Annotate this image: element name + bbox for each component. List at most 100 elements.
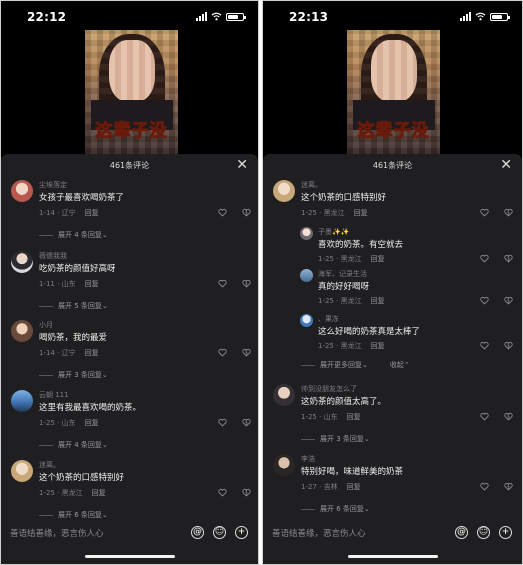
comment-username[interactable]: 云朝 111 bbox=[39, 390, 69, 400]
comment-text: 喜欢的奶茶。有空就去 bbox=[318, 240, 404, 250]
comment-username[interactable]: 尘埃落定 bbox=[39, 180, 67, 190]
comment-username[interactable]: 小月 bbox=[39, 320, 53, 330]
avatar[interactable] bbox=[11, 251, 33, 273]
heart-icon[interactable] bbox=[480, 296, 489, 305]
comment-username[interactable]: 帅到没朋友怎么了 bbox=[301, 384, 357, 394]
comment-list[interactable]: 尘埃落定 女孩子最喜欢喝奶茶了 1-14 · 辽宁 回复 展开 4 条回复 ⌄ 薇儒… bbox=[1, 178, 258, 521]
video-caption: 这辈子没 bbox=[357, 121, 430, 142]
reply-button[interactable]: 回复 bbox=[85, 209, 99, 217]
comment-username[interactable]: 迷离。 bbox=[301, 180, 322, 190]
comment-meta: 1-25 · 黑龙江 回复 bbox=[39, 489, 106, 497]
reply-button[interactable]: 回复 bbox=[354, 209, 368, 217]
comment-meta: 1-25 · 山东 回复 bbox=[301, 413, 361, 421]
expand-replies-button[interactable]: 展开 5 条回复 ⌄ bbox=[39, 301, 108, 311]
comment-date: 1-14 bbox=[39, 209, 55, 217]
dislike-icon[interactable] bbox=[504, 482, 513, 491]
avatar[interactable] bbox=[273, 180, 295, 202]
heart-icon[interactable] bbox=[218, 208, 227, 217]
heart-icon[interactable] bbox=[480, 208, 489, 217]
avatar[interactable] bbox=[11, 390, 33, 412]
expand-replies-button[interactable]: 展开 6 条回复 ⌄ bbox=[39, 510, 108, 520]
avatar[interactable] bbox=[273, 454, 295, 476]
dislike-icon[interactable] bbox=[242, 488, 251, 497]
reply-button[interactable]: 回复 bbox=[85, 349, 99, 357]
emoji-icon[interactable]: ☺ bbox=[213, 526, 226, 539]
dislike-icon[interactable] bbox=[242, 208, 251, 217]
reply-button[interactable]: 回复 bbox=[371, 297, 385, 305]
expand-replies-button[interactable]: 展开 6 条回复 ⌄ bbox=[301, 504, 370, 514]
comment-date: 1-25 bbox=[318, 255, 334, 263]
dislike-icon[interactable] bbox=[242, 279, 251, 288]
comment-date: 1-11 bbox=[39, 280, 55, 288]
expand-replies-button[interactable]: 展开 3 条回复 ⌄ bbox=[301, 434, 370, 444]
expand-more-replies-button[interactable]: 展开更多回复 ⌄ 收起 ⌃ bbox=[301, 360, 410, 370]
status-bar: 22:12 bbox=[1, 1, 258, 31]
reply-button[interactable]: 回复 bbox=[371, 255, 385, 263]
at-icon[interactable]: @ bbox=[191, 526, 204, 539]
dislike-icon[interactable] bbox=[504, 208, 513, 217]
reply-button[interactable]: 回复 bbox=[92, 489, 106, 497]
comment-location: 山东 bbox=[61, 419, 76, 427]
dislike-icon[interactable] bbox=[504, 341, 513, 350]
comment-username[interactable]: 李浩 bbox=[301, 454, 315, 464]
comment-username[interactable]: 子墨✨✨ bbox=[318, 227, 349, 237]
avatar[interactable] bbox=[300, 227, 313, 240]
heart-icon[interactable] bbox=[480, 254, 489, 263]
heart-icon[interactable] bbox=[218, 488, 227, 497]
comment-input[interactable]: 善语结善缘，恶言伤人心 bbox=[10, 525, 173, 543]
comment-location: 吉林 bbox=[323, 483, 338, 491]
reply-button[interactable]: 回复 bbox=[371, 342, 385, 350]
expand-replies-button[interactable]: 展开 4 条回复 ⌄ bbox=[39, 230, 108, 240]
home-indicator[interactable] bbox=[84, 555, 175, 558]
comment-location: 辽宁 bbox=[61, 349, 76, 357]
comment-username[interactable]: 迷离。 bbox=[39, 460, 60, 470]
comment-list[interactable]: 迷离。 这个奶茶的口感特别好 1-25 · 黑龙江 回复 子墨✨✨ 喜欢的奶茶。有… bbox=[263, 178, 522, 521]
video-thumbnail[interactable]: 这辈子没 bbox=[347, 30, 440, 154]
avatar[interactable] bbox=[11, 180, 33, 202]
video-caption: 这辈子没 bbox=[95, 121, 168, 142]
heart-icon[interactable] bbox=[218, 348, 227, 357]
comment-username[interactable]: 海军、记录生活 bbox=[318, 269, 367, 279]
avatar[interactable] bbox=[300, 269, 313, 282]
comment-username[interactable]: 薇儒我我 bbox=[39, 251, 67, 261]
dislike-icon[interactable] bbox=[504, 412, 513, 421]
dislike-icon[interactable] bbox=[504, 296, 513, 305]
expand-replies-button[interactable]: 展开 3 条回复 ⌄ bbox=[39, 370, 108, 380]
close-icon[interactable]: ✕ bbox=[236, 158, 248, 172]
dislike-icon[interactable] bbox=[242, 418, 251, 427]
signal-icon bbox=[196, 12, 207, 21]
comment-input[interactable]: 善语结善缘，恶言伤人心 bbox=[272, 525, 435, 543]
comment-input-bar: 善语结善缘，恶言伤人心 @ ☺ + bbox=[1, 521, 258, 564]
home-indicator[interactable] bbox=[347, 555, 438, 558]
dislike-icon[interactable] bbox=[504, 254, 513, 263]
reply-button[interactable]: 回复 bbox=[347, 483, 361, 491]
avatar[interactable] bbox=[273, 384, 295, 406]
avatar[interactable] bbox=[300, 314, 313, 327]
signal-icon bbox=[460, 12, 471, 21]
dislike-icon[interactable] bbox=[242, 348, 251, 357]
heart-icon[interactable] bbox=[218, 279, 227, 288]
comment-meta: 1-25 · 黑龙江 回复 bbox=[318, 255, 385, 263]
avatar[interactable] bbox=[11, 320, 33, 342]
video-thumbnail[interactable]: 这辈子没 bbox=[85, 30, 178, 154]
reply-button[interactable]: 回复 bbox=[347, 413, 361, 421]
heart-icon[interactable] bbox=[480, 482, 489, 491]
comment-location: 黑龙江 bbox=[340, 297, 362, 305]
comment-text: 这奶茶的颜值太高了。 bbox=[301, 397, 387, 407]
at-icon[interactable]: @ bbox=[455, 526, 468, 539]
reply-button[interactable]: 回复 bbox=[85, 419, 99, 427]
comment-location: 黑龙江 bbox=[340, 342, 362, 350]
close-icon[interactable]: ✕ bbox=[500, 158, 512, 172]
reply-button[interactable]: 回复 bbox=[85, 280, 99, 288]
avatar[interactable] bbox=[11, 460, 33, 482]
expand-replies-button[interactable]: 展开 4 条回复 ⌄ bbox=[39, 440, 108, 450]
add-icon[interactable]: + bbox=[235, 526, 248, 539]
emoji-icon[interactable]: ☺ bbox=[477, 526, 490, 539]
collapse-replies-button[interactable]: 收起 bbox=[390, 360, 404, 370]
heart-icon[interactable] bbox=[480, 412, 489, 421]
comment-username[interactable]: 、果冻 bbox=[318, 314, 339, 324]
heart-icon[interactable] bbox=[218, 418, 227, 427]
heart-icon[interactable] bbox=[480, 341, 489, 350]
add-icon[interactable]: + bbox=[499, 526, 512, 539]
battery-icon bbox=[226, 12, 246, 21]
